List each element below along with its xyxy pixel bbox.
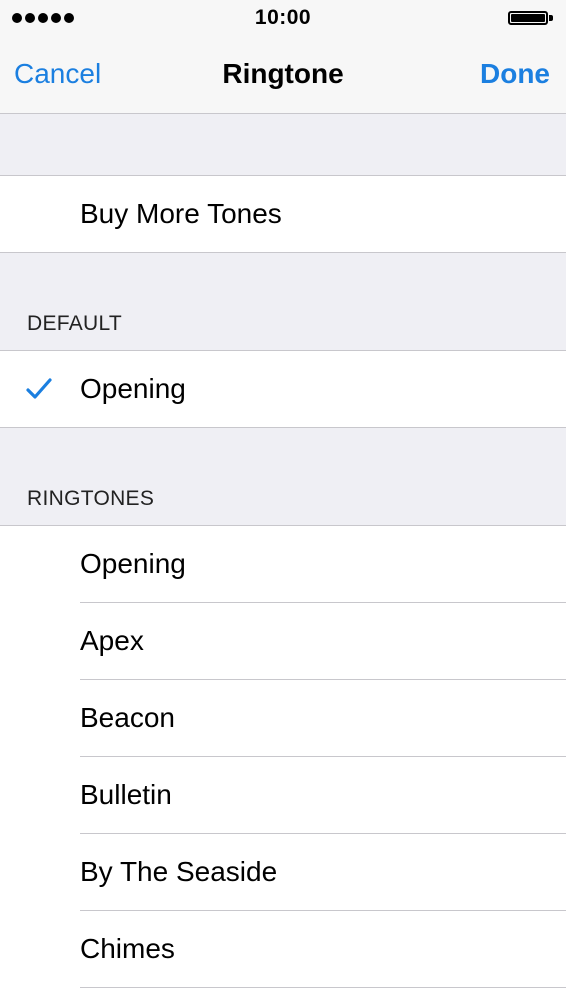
buy-more-tones-label: Buy More Tones (80, 198, 282, 229)
navigation-bar: Cancel Ringtone Done (0, 36, 566, 114)
status-bar: 10:00 (0, 0, 566, 36)
ringtone-label: Chimes (80, 933, 175, 964)
list-item[interactable]: Apex (0, 603, 566, 680)
ringtone-label: Bulletin (80, 779, 172, 810)
ringtone-label: Opening (80, 548, 186, 579)
section-header-ringtones: RINGTONES (27, 487, 155, 510)
ringtones-group: Opening Apex Beacon Bulletin By The Seas… (0, 525, 566, 1004)
section-header-default: DEFAULT (27, 312, 123, 335)
store-group: Buy More Tones (0, 175, 566, 253)
row-separator (80, 987, 566, 988)
list-item[interactable]: Beacon (0, 680, 566, 757)
default-ringtone-label: Opening (80, 373, 186, 404)
list-item[interactable]: Bulletin (0, 757, 566, 834)
ringtone-label: Apex (80, 625, 144, 656)
list-item[interactable]: By The Seaside (0, 834, 566, 911)
ringtone-label: By The Seaside (80, 856, 278, 887)
checkmark-icon (26, 378, 52, 399)
default-group: Opening (0, 350, 566, 428)
list-item[interactable]: Chimes (0, 911, 566, 988)
list-item[interactable]: Opening (0, 526, 566, 603)
cancel-button[interactable]: Cancel (14, 58, 101, 90)
default-ringtone-cell[interactable]: Opening (0, 351, 566, 427)
ringtone-label: Beacon (80, 702, 175, 733)
battery-icon (508, 11, 556, 25)
done-button[interactable]: Done (480, 58, 550, 90)
status-time: 10:00 (254, 6, 312, 29)
buy-more-tones-cell[interactable]: Buy More Tones (0, 176, 566, 252)
